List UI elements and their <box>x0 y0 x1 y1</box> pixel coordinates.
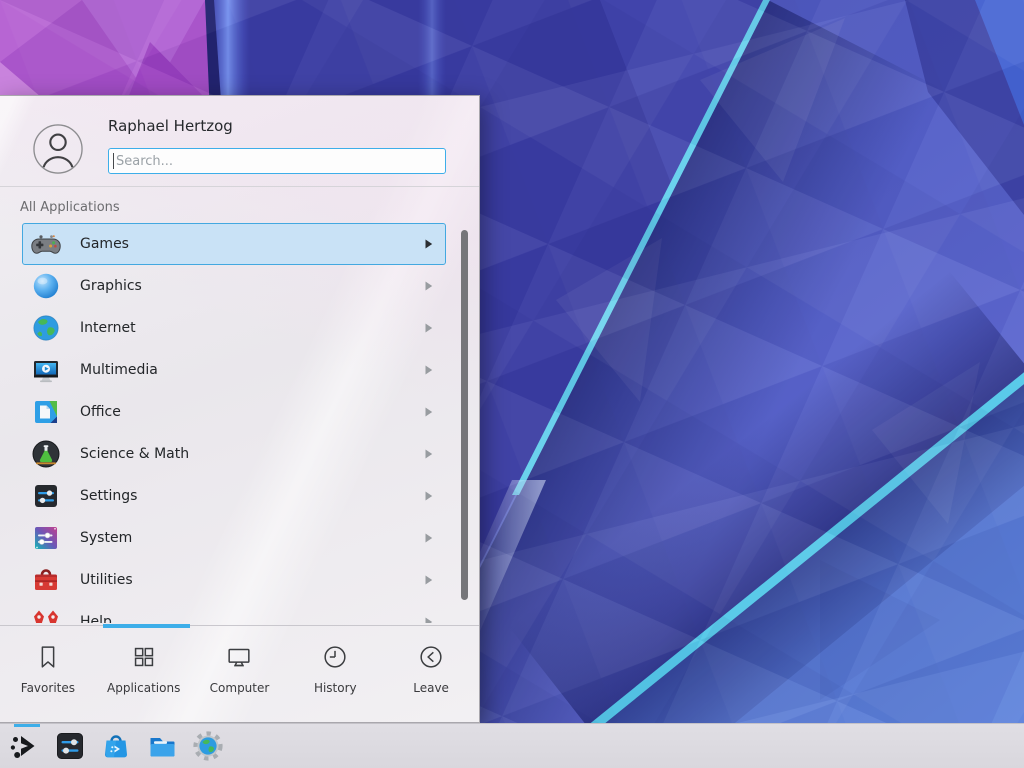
taskbar-app-icons <box>8 730 224 762</box>
monitor-icon <box>224 642 254 672</box>
category-label: Games <box>80 236 129 252</box>
tab-label: History <box>314 681 357 695</box>
launcher-active-indicator <box>14 724 40 727</box>
category-label: Internet <box>80 320 136 336</box>
category-label: Help <box>80 614 112 623</box>
category-label: Graphics <box>80 278 142 294</box>
category-label: Utilities <box>80 572 133 588</box>
web-browser-icon[interactable] <box>192 730 224 762</box>
toolbox-icon <box>30 564 62 596</box>
sphere-icon <box>30 270 62 302</box>
submenu-arrow-icon <box>425 575 433 585</box>
tab-label: Leave <box>413 681 449 695</box>
file-manager-icon[interactable] <box>146 730 178 762</box>
submenu-arrow-icon <box>425 407 433 417</box>
category-item-graphics[interactable]: Graphics <box>22 265 446 307</box>
sliders-gradient-icon <box>30 522 62 554</box>
desktop: Raphael Hertzog All Applications Games G… <box>0 0 1024 768</box>
active-tab-indicator <box>103 624 190 628</box>
tab-computer[interactable]: Computer <box>192 629 288 723</box>
taskbar-panel: ES 7:03 PM 4/24/21 <box>0 723 1024 768</box>
category-label: Multimedia <box>80 362 158 378</box>
system-settings-icon[interactable] <box>54 730 86 762</box>
monitor-play-icon <box>30 354 62 386</box>
grid-icon <box>129 642 159 672</box>
help-icon <box>30 606 62 623</box>
tab-label: Computer <box>210 681 270 695</box>
submenu-arrow-icon <box>425 323 433 333</box>
submenu-arrow-icon <box>425 281 433 291</box>
category-label: Settings <box>80 488 137 504</box>
category-item-multimedia[interactable]: Multimedia <box>22 349 446 391</box>
category-item-games[interactable]: Games <box>22 223 446 265</box>
category-item-internet[interactable]: Internet <box>22 307 446 349</box>
tab-leave[interactable]: Leave <box>383 629 479 723</box>
application-launcher-menu: Raphael Hertzog All Applications Games G… <box>0 95 480 723</box>
bookmark-icon <box>33 642 63 672</box>
submenu-arrow-icon <box>425 239 433 249</box>
search-input[interactable] <box>109 149 445 173</box>
clock-icon <box>320 642 350 672</box>
tab-label: Favorites <box>21 681 75 695</box>
tab-label: Applications <box>107 681 180 695</box>
leave-icon <box>416 642 446 672</box>
category-item-settings[interactable]: Settings <box>22 475 446 517</box>
application-launcher-icon[interactable] <box>8 730 40 762</box>
flask-icon <box>30 438 62 470</box>
search-box <box>108 148 446 174</box>
category-label: Office <box>80 404 121 420</box>
launcher-tab-bar: Favorites Applications Computer History … <box>0 629 479 723</box>
document-icon <box>30 396 62 428</box>
category-item-science-math[interactable]: Science & Math <box>22 433 446 475</box>
category-label: Science & Math <box>80 446 189 462</box>
submenu-arrow-icon <box>425 533 433 543</box>
sliders-dark-icon <box>30 480 62 512</box>
globe-icon <box>30 312 62 344</box>
category-label: System <box>80 530 132 546</box>
category-item-office[interactable]: Office <box>22 391 446 433</box>
section-label: All Applications <box>20 200 120 215</box>
tab-favorites[interactable]: Favorites <box>0 629 96 723</box>
launcher-header: Raphael Hertzog <box>0 96 479 186</box>
header-separator <box>0 186 479 187</box>
user-name: Raphael Hertzog <box>108 117 233 135</box>
category-item-help[interactable]: Help <box>22 601 446 623</box>
submenu-arrow-icon <box>425 617 433 623</box>
discover-icon[interactable] <box>100 730 132 762</box>
submenu-arrow-icon <box>425 491 433 501</box>
category-item-utilities[interactable]: Utilities <box>22 559 446 601</box>
gamepad-icon <box>30 228 62 260</box>
footer-separator <box>0 625 479 626</box>
submenu-arrow-icon <box>425 365 433 375</box>
tab-applications[interactable]: Applications <box>96 629 192 723</box>
category-item-system[interactable]: System <box>22 517 446 559</box>
user-avatar-icon[interactable] <box>33 124 83 174</box>
application-category-list: Games Graphics Internet Multimedia Offic… <box>0 223 480 623</box>
tab-history[interactable]: History <box>287 629 383 723</box>
submenu-arrow-icon <box>425 449 433 459</box>
list-scrollbar[interactable] <box>461 230 468 600</box>
